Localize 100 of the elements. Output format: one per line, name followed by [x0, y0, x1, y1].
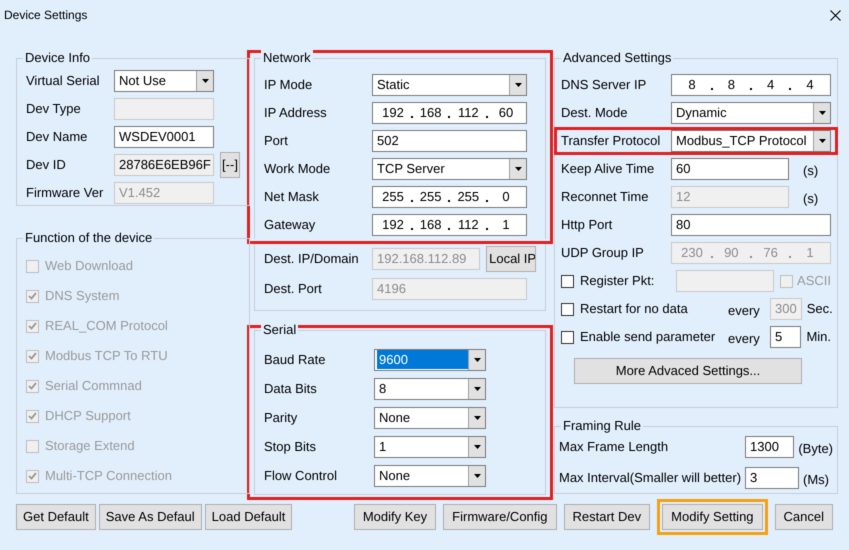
field-label: Dev Type: [26, 100, 82, 118]
field-label: Dest. Port: [264, 280, 323, 298]
field-label: Transfer Protocol: [561, 132, 662, 150]
caret-icon: [474, 474, 480, 478]
input-field[interactable]: 502: [372, 130, 527, 152]
field-label: Modbus TCP To RTU: [45, 347, 168, 366]
field-label: Data Bits: [264, 380, 318, 398]
field-label: Gateway: [264, 216, 316, 234]
field-label: IP Address: [264, 104, 328, 122]
ip-address-field[interactable]: 192 168 112 1: [372, 214, 527, 236]
field-label: Web Download: [45, 257, 133, 276]
field-label: Serial Commnad: [45, 377, 142, 396]
field-label: Storage Extend: [45, 437, 135, 456]
field-label: Dest. Mode: [561, 104, 628, 122]
field-label: Keep Alive Time: [561, 160, 656, 178]
field-label: DNS System: [45, 287, 120, 306]
group-title: Advanced Settings: [561, 50, 674, 66]
field-label: Enable send parameter: [580, 328, 716, 346]
field-label: (Byte): [798, 440, 833, 458]
field-label: Stop Bits: [264, 438, 318, 456]
field-label: Parity: [264, 408, 298, 427]
field-label: UDP Group IP: [561, 244, 645, 262]
checkmark-icon: [28, 382, 37, 390]
checkmark-icon: [28, 412, 37, 420]
push-button[interactable]: Get Default: [16, 504, 96, 530]
caret-icon: [818, 111, 826, 115]
ip-address-field[interactable]: 8 8 4 4: [671, 74, 831, 96]
checkmark-icon: [28, 472, 37, 480]
field-label: (s): [803, 190, 818, 208]
field-label: (s): [803, 162, 818, 180]
caret-icon: [202, 79, 208, 83]
dropdown[interactable]: None: [374, 406, 486, 428]
field-label: Register Pkt:: [580, 272, 656, 290]
push-button[interactable]: Restart Dev: [564, 504, 650, 530]
caret-icon: [474, 386, 480, 390]
push-button[interactable]: More Advaced Settings...: [574, 358, 802, 384]
field-label: Max Interval(Smaller will better): [559, 468, 742, 487]
checkbox[interactable]: [561, 330, 574, 344]
field-label: ASCII: [797, 272, 831, 290]
push-button[interactable]: Cancel: [774, 504, 833, 530]
close-icon[interactable]: [830, 10, 841, 20]
field-label: (Ms): [803, 470, 829, 489]
field-label: Dev Name: [26, 128, 88, 146]
window-title: Device Settings: [4, 7, 88, 24]
field-label: Multi-TCP Connection: [45, 467, 172, 486]
field-label: DHCP Support: [45, 407, 131, 426]
field-label: Flow Control: [264, 466, 338, 485]
checkmark-icon: [28, 292, 37, 300]
field-label: Work Mode: [264, 160, 332, 178]
caret-icon: [818, 139, 826, 143]
checkmark-icon: [28, 322, 37, 330]
field-label: IP Mode: [264, 76, 314, 94]
input-field[interactable]: 3: [745, 466, 799, 488]
field-label: Sec.: [806, 300, 833, 318]
group-title: Framing Rule: [561, 418, 644, 434]
field-label: DNS Server IP: [561, 76, 648, 94]
push-button[interactable]: Firmware/Config: [443, 504, 557, 530]
field-label: every: [728, 302, 761, 320]
dropdown[interactable]: Static: [372, 74, 527, 96]
ip-address-field[interactable]: 192 168 112 60: [372, 102, 527, 124]
dropdown[interactable]: 1: [374, 436, 486, 458]
dropdown[interactable]: TCP Server: [372, 158, 527, 180]
input-field[interactable]: 28786E6EB96F: [114, 154, 214, 176]
push-button[interactable]: [--]: [220, 152, 240, 178]
dropdown[interactable]: Not Use: [114, 70, 214, 92]
input-field[interactable]: 60: [671, 158, 789, 180]
dropdown[interactable]: None: [374, 464, 486, 486]
caret-icon: [474, 358, 480, 362]
ip-address-field[interactable]: 255 255 255 0: [372, 186, 527, 208]
dropdown[interactable]: Dynamic: [671, 102, 831, 124]
caret-icon: [474, 444, 480, 448]
field-label: Firmware Ver: [26, 184, 104, 202]
checkmark-icon: [28, 352, 37, 360]
field-label: REAL_COM Protocol: [45, 317, 168, 336]
field-label: Baud Rate: [264, 350, 326, 369]
field-label: Restart for no data: [580, 300, 689, 318]
push-button[interactable]: Load Default: [204, 504, 292, 530]
dropdown[interactable]: Modbus_TCP Protocol: [671, 130, 831, 152]
field-label: Reconnet Time: [561, 188, 650, 206]
push-button[interactable]: Save As Defaul: [98, 504, 202, 530]
caret-icon: [514, 83, 522, 87]
caret-icon: [474, 416, 480, 420]
input-field[interactable]: 1300: [745, 436, 794, 458]
field-label: Max Frame Length: [559, 438, 670, 456]
push-button[interactable]: Modify Key: [354, 504, 436, 530]
field-label: Port: [264, 132, 289, 150]
push-button[interactable]: Modify Setting: [662, 504, 763, 530]
input-field[interactable]: WSDEV0001: [114, 126, 214, 148]
field-label: Virtual Serial: [26, 72, 100, 90]
caret-icon: [514, 167, 522, 171]
field-label: Net Mask: [264, 188, 320, 206]
input-field[interactable]: 5: [770, 326, 802, 348]
field-label: Dest. IP/Domain: [264, 250, 360, 268]
field-label: Dev ID: [26, 156, 67, 174]
input-field[interactable]: 80: [671, 214, 831, 236]
field-label: every: [728, 330, 761, 348]
dropdown[interactable]: 8: [374, 378, 486, 400]
field-label: Http Port: [561, 216, 614, 234]
field-label: Min.: [806, 328, 831, 346]
dropdown[interactable]: 9600: [374, 348, 486, 370]
